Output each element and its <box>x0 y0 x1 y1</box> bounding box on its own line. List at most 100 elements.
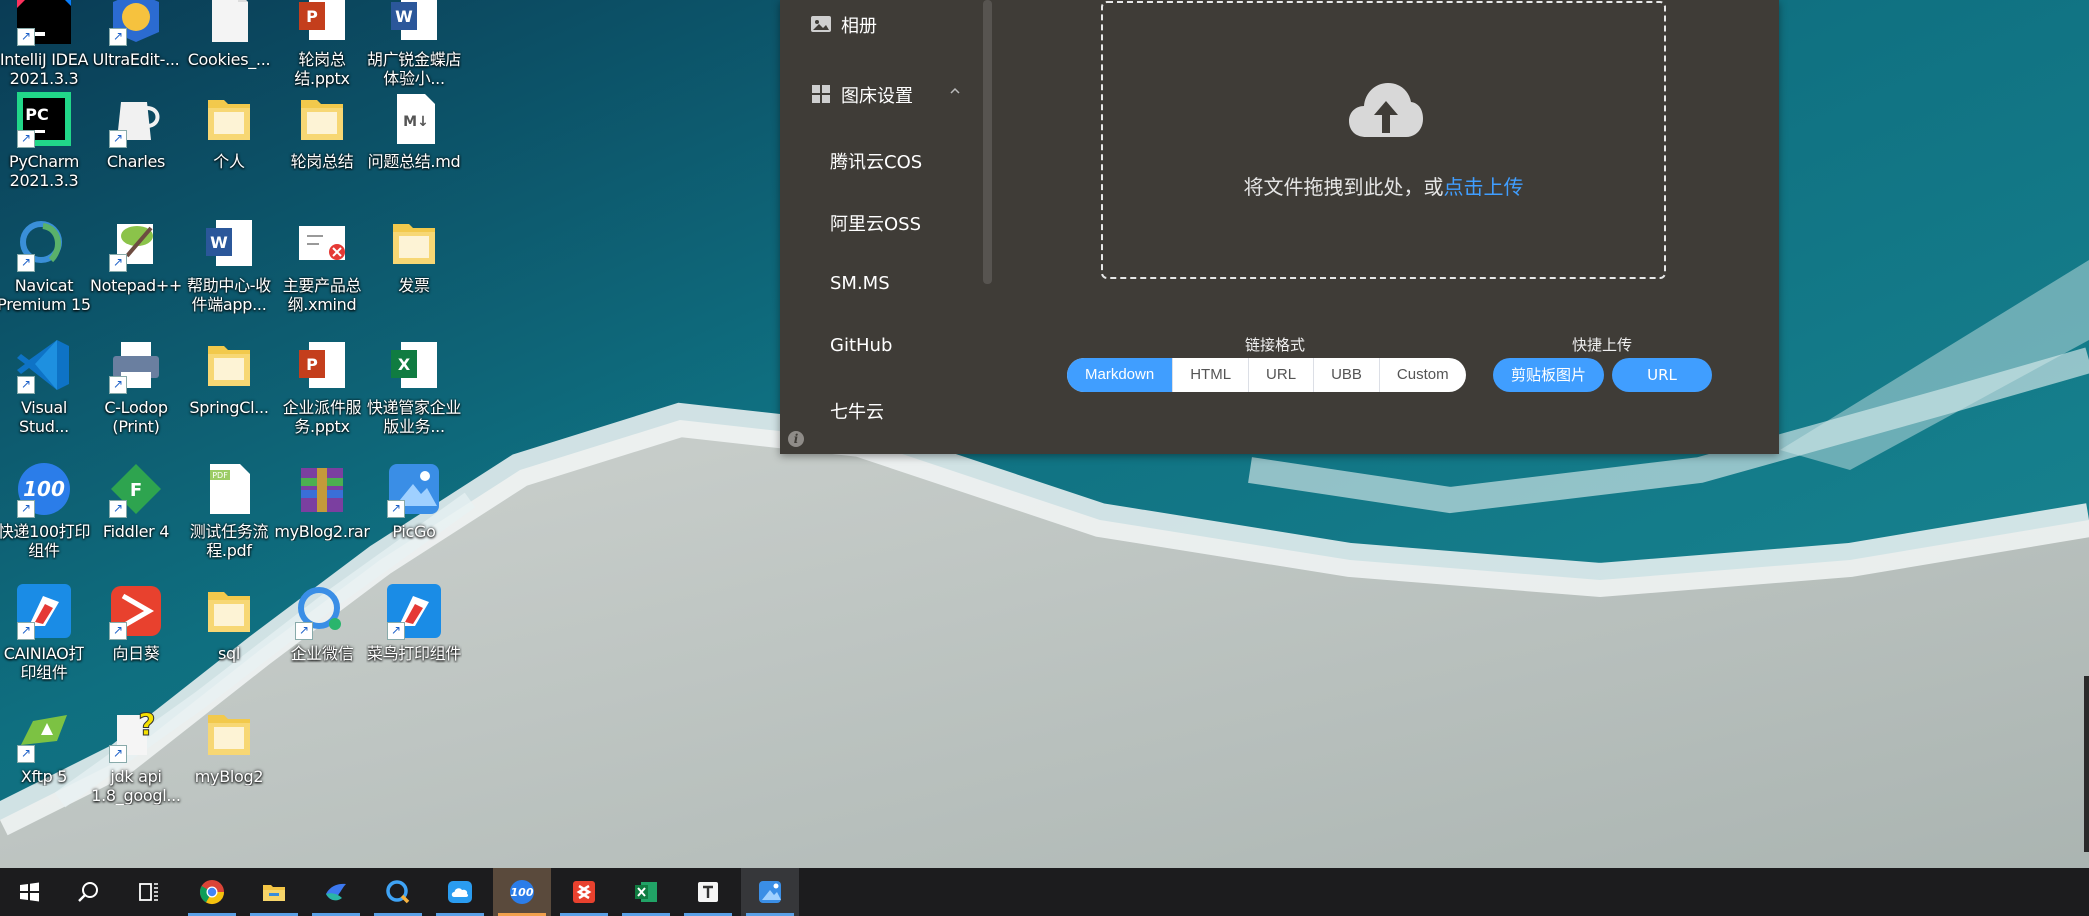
desktop-icon[interactable]: ↗ Xftp 5 <box>0 705 90 786</box>
sidebar-item-aliyun-oss[interactable]: 阿里云OSS <box>830 210 921 236</box>
desktop-icon[interactable]: F ↗ Fiddler 4 <box>90 460 182 541</box>
desktop-icon[interactable]: 100 ↗ 快递100打印组件 <box>0 460 91 560</box>
picgo-icon: ↗ <box>385 460 443 518</box>
desktop-icon[interactable]: ↗ IntelliJ IDEA 2021.3.3 <box>0 0 90 88</box>
desktop-icon[interactable]: ↗ CAINIAO打印组件 <box>0 582 90 682</box>
desktop-icon-label: Xftp 5 <box>20 767 68 786</box>
desktop-icon-label: Fiddler 4 <box>102 522 170 541</box>
picgo-icon <box>759 881 781 903</box>
sidebar-item-smms[interactable]: SM.MS <box>830 273 890 294</box>
desktop-icon-label: 个人 <box>213 152 245 171</box>
desktop-icon-label: 快递100打印组件 <box>0 522 91 560</box>
desktop-icon-label: Charles <box>106 152 166 171</box>
powerpoint-icon: P <box>293 0 351 46</box>
desktop-icon[interactable]: 个人 <box>183 90 275 171</box>
taskbar-excel[interactable] <box>617 868 675 916</box>
taskbar-kuaidi100[interactable]: 100 <box>493 868 551 916</box>
svg-text:100: 100 <box>511 886 534 899</box>
sidebar-item-qiniu[interactable]: 七牛云 <box>830 398 884 424</box>
desktop-icon-label: 轮岗总结.pptx <box>294 50 350 88</box>
desktop-icon[interactable]: ↗ PicGo <box>368 460 460 541</box>
format-html-button[interactable]: HTML <box>1172 358 1248 392</box>
folder-icon <box>200 336 258 394</box>
start-button[interactable] <box>0 868 58 916</box>
format-custom-button[interactable]: Custom <box>1378 358 1466 392</box>
task-view-button[interactable] <box>120 868 178 916</box>
sidebar-scrollbar[interactable] <box>983 0 992 284</box>
clipboard-upload-button[interactable]: 剪贴板图片 <box>1493 358 1604 392</box>
desktop-icon-label: Visual Stud... <box>19 398 69 436</box>
desktop-icon[interactable]: 发票 <box>368 214 460 295</box>
format-markdown-button[interactable]: Markdown <box>1067 358 1173 392</box>
sidebar-item-tencent-cos[interactable]: 腾讯云COS <box>830 148 922 174</box>
desktop-icon[interactable]: ↗ C-Lodop (Print) <box>90 336 182 436</box>
desktop-icon[interactable]: ↗ Charles <box>90 90 182 171</box>
click-upload-link[interactable]: 点击上传 <box>1444 175 1524 199</box>
desktop-icon[interactable]: sql <box>183 582 275 663</box>
desktop-icon[interactable]: PDF 测试任务流程.pdf <box>183 460 275 560</box>
desktop-icon[interactable]: ↗ Notepad++ <box>90 214 182 295</box>
shortcut-arrow-icon: ↗ <box>17 622 35 640</box>
pycharm-icon: PC ↗ <box>15 90 73 148</box>
shortcut-arrow-icon: ↗ <box>109 28 127 46</box>
desktop-icon-label: 轮岗总结 <box>290 152 354 171</box>
desktop-icon[interactable]: W 胡广锐金蝶店体验小... <box>367 0 461 88</box>
desktop-icon[interactable]: PC ↗ PyCharm 2021.3.3 <box>0 90 90 190</box>
search-button[interactable] <box>60 868 118 916</box>
desktop-icon[interactable]: ↗ 向日葵 <box>90 582 182 663</box>
desktop-icon[interactable]: ? ↗ jdk api 1.8_googl... <box>90 705 182 806</box>
desktop-icon-label: IntelliJ IDEA 2021.3.3 <box>0 50 89 88</box>
taskbar-sunlogin[interactable] <box>555 868 613 916</box>
taskbar-chrome[interactable] <box>183 868 241 916</box>
cloud-upload-icon <box>1349 83 1423 137</box>
format-url-button[interactable]: URL <box>1248 358 1313 392</box>
shortcut-arrow-icon: ↗ <box>109 745 127 763</box>
desktop-icon[interactable]: P 企业派件服务.pptx <box>276 336 368 436</box>
upload-dropzone[interactable]: 将文件拖拽到此处，或点击上传 <box>1101 1 1666 279</box>
sidebar-item-label: 相册 <box>841 16 877 37</box>
desktop-icon[interactable]: ↗ 企业微信 <box>276 582 368 663</box>
shortcut-arrow-icon: ↗ <box>109 254 127 272</box>
desktop-icon[interactable]: 主要产品总纲.xmind <box>276 214 368 314</box>
picgo-window: 相册 图床设置 腾讯云COS 阿里云OSS SM.MS GitHub 七牛云 i <box>780 0 1779 454</box>
taskbar-file-explorer[interactable] <box>245 868 303 916</box>
desktop-icon[interactable]: 轮岗总结 <box>276 90 368 171</box>
chevron-up-icon <box>950 87 960 94</box>
info-icon[interactable]: i <box>788 431 804 447</box>
taskbar-qq-browser[interactable] <box>369 868 427 916</box>
sidebar-item-github[interactable]: GitHub <box>830 335 892 356</box>
url-upload-button[interactable]: URL <box>1612 358 1712 392</box>
shortcut-arrow-icon: ↗ <box>387 622 405 640</box>
desktop-icon[interactable]: M↓ 问题总结.md <box>368 90 461 171</box>
desktop-icon[interactable]: myBlog2 <box>183 705 275 786</box>
taskbar-typora[interactable] <box>679 868 737 916</box>
start-icon <box>20 882 39 902</box>
taskbar-picgo[interactable] <box>741 868 799 916</box>
picgo-sidebar: 相册 图床设置 腾讯云COS 阿里云OSS SM.MS GitHub 七牛云 i <box>780 0 992 454</box>
desktop-icon[interactable]: P 轮岗总结.pptx <box>276 0 368 88</box>
taskbar-lark[interactable] <box>307 868 365 916</box>
shortcut-arrow-icon: ↗ <box>17 376 35 394</box>
desktop-icon-label: 向日葵 <box>112 644 160 663</box>
chrome-icon <box>199 880 224 905</box>
desktop-icon[interactable]: ↗ UltraEdit-... <box>90 0 182 69</box>
desktop-icon[interactable]: Cookies_... <box>183 0 275 69</box>
desktop-icon[interactable]: W 帮助中心-收件端app... <box>183 214 275 314</box>
shortcut-arrow-icon: ↗ <box>295 622 313 640</box>
taskbar: 100 <box>0 868 2089 916</box>
desktop-icon[interactable]: ↗ Visual Stud... <box>0 336 90 436</box>
svg-text:M↓: M↓ <box>403 114 429 130</box>
desktop-icon-label: 主要产品总纲.xmind <box>282 276 362 314</box>
navicat-icon: ↗ <box>15 214 73 272</box>
taskbar-cloud[interactable] <box>431 868 489 916</box>
desktop-icon[interactable]: ↗ 菜鸟打印组件 <box>367 582 461 663</box>
format-ubb-button[interactable]: UBB <box>1313 358 1379 392</box>
desktop-icon[interactable]: X 快递管家企业版业务... <box>367 336 461 436</box>
charles-icon: ↗ <box>107 90 165 148</box>
cainiao-icon: ↗ <box>15 582 73 640</box>
desktop-icon-label: Notepad++ <box>89 276 183 295</box>
desktop-icon[interactable]: SpringCl... <box>183 336 275 417</box>
desktop-icon[interactable]: ↗ Navicat Premium 15 <box>0 214 91 314</box>
desktop-icon[interactable]: myBlog2.rar <box>274 460 370 541</box>
desktop-icon-label: Navicat Premium 15 <box>0 276 91 314</box>
